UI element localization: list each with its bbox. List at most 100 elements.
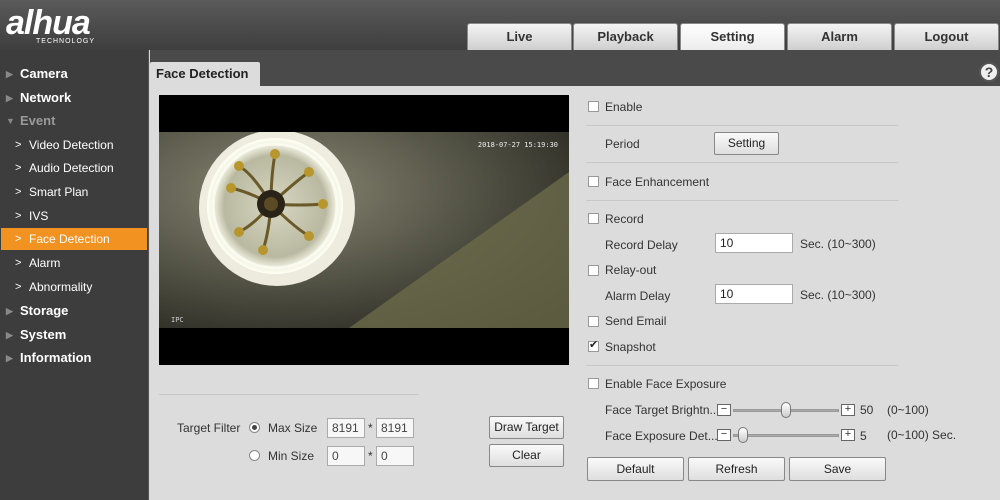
nav-alarm[interactable]: Alarm bbox=[787, 23, 892, 50]
exposure-duration-track[interactable] bbox=[733, 434, 839, 437]
sidebar-item-face-detection[interactable]: > Face Detection bbox=[1, 228, 147, 250]
divider bbox=[159, 394, 419, 395]
nav-playback[interactable]: Playback bbox=[573, 23, 678, 50]
alarm-delay-unit: Sec. (10~300) bbox=[800, 288, 876, 302]
sidebar-item-label: Network bbox=[20, 90, 72, 105]
record-delay-input[interactable]: 10 bbox=[715, 233, 793, 253]
divider bbox=[586, 125, 898, 126]
divider bbox=[586, 365, 898, 366]
max-size-label: Max Size bbox=[268, 421, 318, 435]
sidebar-item-alarm[interactable]: > Alarm bbox=[1, 252, 147, 274]
face-exposure-checkbox[interactable] bbox=[588, 378, 599, 389]
snapshot-label: Snapshot bbox=[605, 340, 656, 354]
chevron-right-icon: > bbox=[15, 281, 22, 293]
exposure-duration-range: (0~100) Sec. bbox=[887, 428, 957, 442]
face-enhancement-checkbox[interactable] bbox=[588, 176, 599, 187]
sidebar-item-network[interactable]: ▶ Network bbox=[0, 87, 149, 109]
default-button[interactable]: Default bbox=[587, 457, 684, 481]
sidebar-item-storage[interactable]: ▶ Storage bbox=[0, 300, 149, 322]
sidebar-item-label: System bbox=[20, 327, 67, 342]
chevron-right-icon: > bbox=[15, 210, 22, 222]
max-width-input[interactable]: 8191 bbox=[327, 418, 365, 438]
record-delay-label: Record Delay bbox=[605, 238, 678, 252]
target-brightness-range: (0~100) bbox=[887, 403, 929, 417]
sidebar-item-ivs[interactable]: > IVS bbox=[1, 205, 147, 227]
record-label: Record bbox=[605, 212, 644, 226]
sidebar-item-camera[interactable]: ▶ Camera bbox=[0, 63, 149, 85]
sidebar-item-system[interactable]: ▶ System bbox=[0, 324, 149, 346]
chevron-right-icon: > bbox=[15, 162, 22, 174]
target-brightness-label: Face Target Brightn... bbox=[605, 403, 720, 417]
content-area: 2018-07-27 15:19:30 IPC Target Filter Ma… bbox=[150, 86, 1000, 500]
min-height-input[interactable]: 0 bbox=[376, 446, 414, 466]
chevron-right-icon: > bbox=[15, 233, 22, 245]
sidebar-item-label: Event bbox=[20, 113, 56, 128]
expand-triangle-icon: ▶ bbox=[6, 353, 13, 363]
page-title: Face Detection bbox=[150, 62, 260, 86]
relay-out-checkbox[interactable] bbox=[588, 265, 599, 276]
sidebar-item-label: Abnormality bbox=[29, 280, 93, 294]
video-preview[interactable]: 2018-07-27 15:19:30 IPC bbox=[159, 95, 569, 365]
max-size-radio[interactable] bbox=[249, 422, 260, 433]
enable-checkbox[interactable] bbox=[588, 101, 599, 112]
video-timestamp: 2018-07-27 15:19:30 bbox=[477, 141, 558, 149]
nav-live[interactable]: Live bbox=[467, 23, 572, 50]
max-height-input[interactable]: 8191 bbox=[376, 418, 414, 438]
sidebar-item-audio-detection[interactable]: > Audio Detection bbox=[1, 157, 147, 179]
min-size-radio[interactable] bbox=[249, 450, 260, 461]
decrease-icon[interactable]: − bbox=[717, 429, 731, 441]
relay-out-label: Relay-out bbox=[605, 263, 657, 277]
chevron-right-icon: > bbox=[15, 139, 22, 151]
nav-setting[interactable]: Setting bbox=[680, 23, 785, 50]
nav-logout[interactable]: Logout bbox=[894, 23, 999, 50]
sidebar-item-video-detection[interactable]: > Video Detection bbox=[1, 134, 147, 156]
sidebar-item-label: Storage bbox=[20, 303, 69, 318]
exposure-duration-value: 5 bbox=[860, 429, 867, 443]
size-separator: * bbox=[368, 421, 373, 435]
sidebar-item-information[interactable]: ▶ Information bbox=[0, 347, 149, 369]
target-brightness-thumb[interactable] bbox=[781, 402, 791, 418]
sidebar-item-label: Smart Plan bbox=[29, 185, 89, 199]
help-icon[interactable]: ? bbox=[979, 62, 999, 82]
sidebar-item-abnormality[interactable]: > Abnormality bbox=[1, 276, 147, 298]
draw-target-button[interactable]: Draw Target bbox=[489, 416, 564, 439]
send-email-checkbox[interactable] bbox=[588, 316, 599, 327]
divider bbox=[586, 162, 898, 163]
sidebar-item-label: Information bbox=[20, 350, 92, 365]
exposure-duration-thumb[interactable] bbox=[737, 427, 748, 443]
face-exposure-label: Enable Face Exposure bbox=[605, 377, 727, 391]
record-delay-unit: Sec. (10~300) bbox=[800, 237, 876, 251]
expand-triangle-icon: ▶ bbox=[6, 330, 13, 340]
exposure-duration-label: Face Exposure Det... bbox=[605, 429, 718, 443]
min-size-label: Min Size bbox=[268, 449, 315, 463]
period-setting-button[interactable]: Setting bbox=[714, 132, 779, 155]
camera-scene-image bbox=[159, 132, 569, 328]
sidebar-item-label: Video Detection bbox=[29, 138, 114, 152]
divider bbox=[586, 200, 898, 201]
size-separator: * bbox=[368, 449, 373, 463]
brand-logo: alhua TECHNOLOGY bbox=[4, 6, 134, 46]
refresh-button[interactable]: Refresh bbox=[688, 457, 785, 481]
save-button[interactable]: Save bbox=[789, 457, 886, 481]
record-checkbox[interactable] bbox=[588, 213, 599, 224]
clear-button[interactable]: Clear bbox=[489, 444, 564, 467]
sidebar: ▶ Camera ▶ Network ▼ Event > Video Detec… bbox=[0, 50, 149, 500]
snapshot-checkbox[interactable] bbox=[588, 338, 599, 352]
brand-tagline: TECHNOLOGY bbox=[36, 38, 96, 45]
period-label: Period bbox=[605, 137, 640, 151]
increase-icon[interactable]: + bbox=[841, 429, 855, 441]
alarm-delay-input[interactable]: 10 bbox=[715, 284, 793, 304]
sidebar-item-event[interactable]: ▼ Event bbox=[0, 110, 149, 132]
video-channel-label: IPC bbox=[171, 316, 184, 324]
sidebar-item-label: Face Detection bbox=[29, 232, 110, 246]
face-enhancement-label: Face Enhancement bbox=[605, 175, 710, 189]
increase-icon[interactable]: + bbox=[841, 404, 855, 416]
sidebar-item-smart-plan[interactable]: > Smart Plan bbox=[1, 181, 147, 203]
enable-label: Enable bbox=[605, 100, 643, 114]
decrease-icon[interactable]: − bbox=[717, 404, 731, 416]
sidebar-item-label: Audio Detection bbox=[29, 161, 114, 175]
min-width-input[interactable]: 0 bbox=[327, 446, 365, 466]
sidebar-item-label: IVS bbox=[29, 209, 49, 223]
top-header: alhua TECHNOLOGY Live Playback Setting A… bbox=[0, 0, 1000, 50]
main-panel: Face Detection ? 2018-07-27 15:19:30 IPC… bbox=[150, 50, 1000, 500]
